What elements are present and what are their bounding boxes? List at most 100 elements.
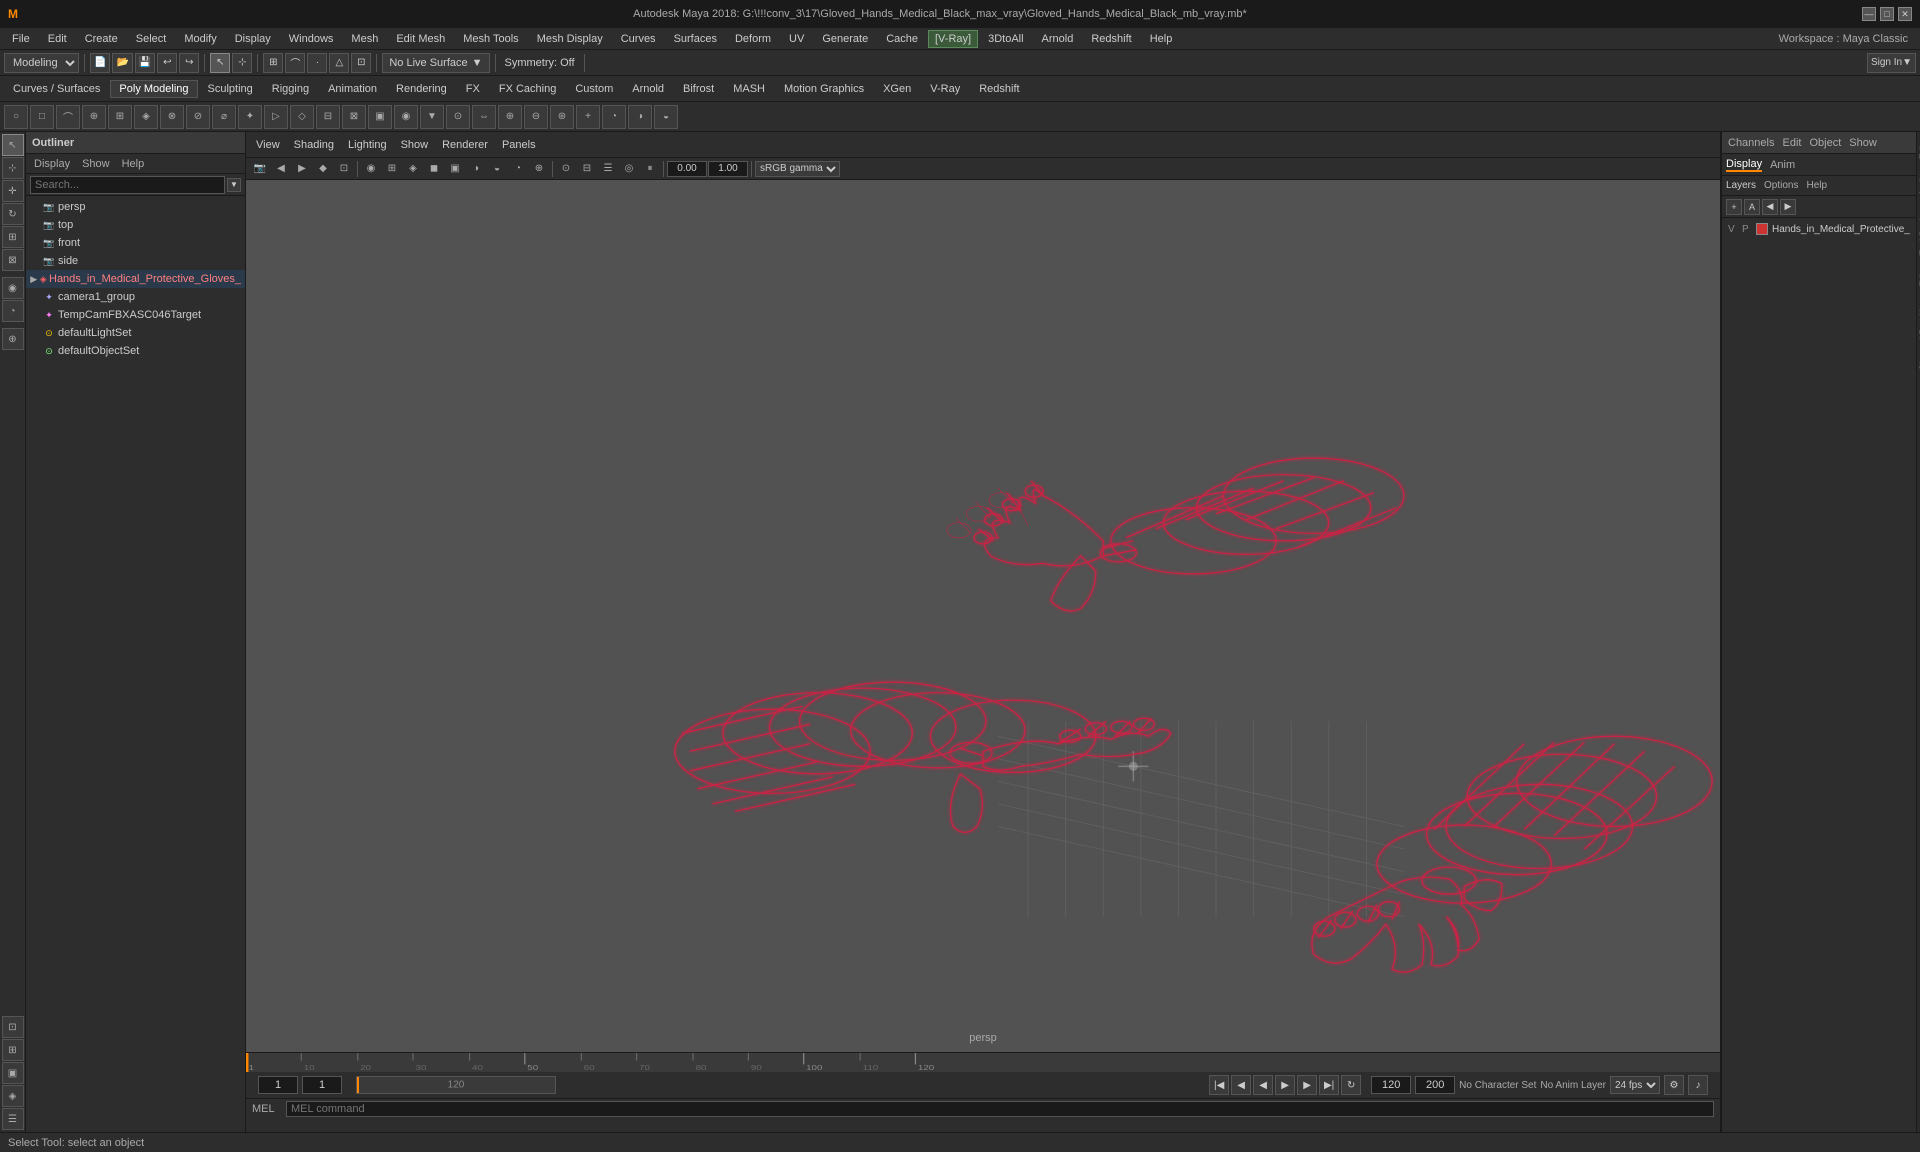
paint-select-btn[interactable]: ⊹ bbox=[2, 157, 24, 179]
snap-to-point-btn[interactable]: · bbox=[307, 53, 327, 73]
vp-menu-shading[interactable]: Shading bbox=[288, 137, 340, 153]
vp-next-frame-btn[interactable]: ▶ bbox=[292, 160, 312, 178]
shelf-icon-box[interactable]: □ bbox=[30, 105, 54, 129]
layer-fwd-btn[interactable]: ▶ bbox=[1780, 199, 1796, 215]
outliner-item-camera-group[interactable]: ✦ camera1_group bbox=[26, 288, 245, 306]
current-frame-input[interactable] bbox=[302, 1076, 342, 1094]
shelf-tab-rendering[interactable]: Rendering bbox=[387, 80, 456, 98]
vp-xray-btn[interactable]: ◔ bbox=[508, 160, 528, 178]
menu-cache[interactable]: Cache bbox=[878, 31, 926, 47]
shelf-icon-combine[interactable]: ⊕ bbox=[498, 105, 522, 129]
shelf-icon-extrude[interactable]: ⊕ bbox=[82, 105, 106, 129]
select-mode-btn[interactable]: ↖ bbox=[2, 134, 24, 156]
shelf-icon-retopo[interactable]: ⊙ bbox=[446, 105, 470, 129]
time-slider[interactable]: 120 bbox=[356, 1076, 556, 1094]
shelf-tab-rigging[interactable]: Rigging bbox=[263, 80, 318, 98]
shelf-tab-redshift[interactable]: Redshift bbox=[970, 80, 1028, 98]
menu-select[interactable]: Select bbox=[128, 31, 175, 47]
outliner-btn[interactable]: ☰ bbox=[2, 1108, 24, 1130]
snap-to-view-btn[interactable]: ⊡ bbox=[351, 53, 371, 73]
outliner-item-defaultlightset[interactable]: ⊙ defaultLightSet bbox=[26, 324, 245, 342]
sculpt-btn[interactable]: ◔ bbox=[2, 300, 24, 322]
shelf-icon-chamfer[interactable]: ◇ bbox=[290, 105, 314, 129]
shelf-icon-select[interactable]: ○ bbox=[4, 105, 28, 129]
display-subtab[interactable]: Display bbox=[1726, 158, 1762, 172]
vp-prev-frame-btn[interactable]: ◀ bbox=[271, 160, 291, 178]
save-file-btn[interactable]: 💾 bbox=[135, 53, 155, 73]
vp-value2-input[interactable] bbox=[708, 161, 748, 177]
vp-menu-view[interactable]: View bbox=[250, 137, 286, 153]
shelf-tab-animation[interactable]: Animation bbox=[319, 80, 386, 98]
menu-create[interactable]: Create bbox=[77, 31, 126, 47]
vp-wireframe-btn[interactable]: ◈ bbox=[403, 160, 423, 178]
shelf-icon-paint[interactable]: ◑ bbox=[628, 105, 652, 129]
menu-windows[interactable]: Windows bbox=[281, 31, 342, 47]
render-btn[interactable]: ▣ bbox=[2, 1062, 24, 1084]
shelf-tab-sculpting[interactable]: Sculpting bbox=[199, 80, 262, 98]
shelf-icon-boolean[interactable]: ⊛ bbox=[550, 105, 574, 129]
vp-pause-btn[interactable]: ⏸ bbox=[640, 160, 660, 178]
mel-input[interactable] bbox=[286, 1101, 1714, 1117]
range-end-input[interactable] bbox=[1371, 1076, 1411, 1094]
snap-to-surface-btn[interactable]: △ bbox=[329, 53, 349, 73]
transform-tool-btn[interactable]: ⊠ bbox=[2, 249, 24, 271]
outliner-item-defaultobjectset[interactable]: ⊙ defaultObjectSet bbox=[26, 342, 245, 360]
rotate-tool-btn[interactable]: ↻ bbox=[2, 203, 24, 225]
menu-generate[interactable]: Generate bbox=[814, 31, 876, 47]
layer-back-btn[interactable]: ◀ bbox=[1762, 199, 1778, 215]
viewport-canvas[interactable]: persp bbox=[246, 180, 1720, 1052]
shelf-icon-smooth[interactable]: ◉ bbox=[394, 105, 418, 129]
step-fwd-btn[interactable]: ▶ bbox=[1297, 1075, 1317, 1095]
menu-mesh[interactable]: Mesh bbox=[343, 31, 386, 47]
workspace-dropdown[interactable]: Modeling bbox=[4, 53, 79, 73]
max-end-input[interactable] bbox=[1415, 1076, 1455, 1094]
layers-tab[interactable]: Layers bbox=[1726, 180, 1756, 191]
vp-menu-show[interactable]: Show bbox=[395, 137, 435, 153]
audio-btn[interactable]: ♪ bbox=[1688, 1075, 1708, 1095]
select-tool-btn[interactable]: ↖ bbox=[210, 53, 230, 73]
outliner-item-persp[interactable]: 📷 persp bbox=[26, 198, 245, 216]
go-to-end-btn[interactable]: ▶| bbox=[1319, 1075, 1339, 1095]
shelf-icon-connect[interactable]: ⊟ bbox=[316, 105, 340, 129]
menu-redshift[interactable]: Redshift bbox=[1083, 31, 1139, 47]
shelf-icon-curve1[interactable]: ⌒ bbox=[56, 105, 80, 129]
shelf-tab-curves-surfaces[interactable]: Curves / Surfaces bbox=[4, 80, 109, 98]
menu-vray[interactable]: [V-Ray] bbox=[928, 30, 978, 48]
menu-mesh-tools[interactable]: Mesh Tools bbox=[455, 31, 526, 47]
search-down-btn[interactable]: ▼ bbox=[227, 178, 241, 192]
shelf-icon-reduce[interactable]: ▼ bbox=[420, 105, 444, 129]
shelf-tab-custom[interactable]: Custom bbox=[566, 80, 622, 98]
close-button[interactable]: ✕ bbox=[1898, 7, 1912, 21]
new-file-btn[interactable]: 📄 bbox=[90, 53, 110, 73]
maximize-button[interactable]: □ bbox=[1880, 7, 1894, 21]
play-btn[interactable]: ▶ bbox=[1275, 1075, 1295, 1095]
outliner-item-front[interactable]: 📷 front bbox=[26, 234, 245, 252]
menu-3dtoall[interactable]: 3DtoAll bbox=[980, 31, 1031, 47]
move-tool-btn[interactable]: ✛ bbox=[2, 180, 24, 202]
menu-modify[interactable]: Modify bbox=[176, 31, 224, 47]
layer-new-btn[interactable]: + bbox=[1726, 199, 1742, 215]
shelf-icon-append[interactable]: + bbox=[576, 105, 600, 129]
shelf-tab-mash[interactable]: MASH bbox=[724, 80, 774, 98]
menu-edit[interactable]: Edit bbox=[40, 31, 75, 47]
outliner-item-hands[interactable]: ▶ ◈ Hands_in_Medical_Protective_Gloves_ bbox=[26, 270, 245, 288]
minimize-button[interactable]: — bbox=[1862, 7, 1876, 21]
vp-playblast-btn[interactable]: ⊡ bbox=[334, 160, 354, 178]
outliner-item-side[interactable]: 📷 side bbox=[26, 252, 245, 270]
vp-menu-panels[interactable]: Panels bbox=[496, 137, 542, 153]
sign-in-btn[interactable]: Sign In ▼ bbox=[1867, 53, 1916, 73]
outliner-search-input[interactable] bbox=[30, 176, 225, 194]
undo-btn[interactable]: ↩ bbox=[157, 53, 177, 73]
object-tab[interactable]: Object bbox=[1809, 137, 1841, 149]
vp-key-btn[interactable]: ◆ bbox=[313, 160, 333, 178]
edit-tab[interactable]: Edit bbox=[1782, 137, 1801, 149]
layer-item[interactable]: V P Hands_in_Medical_Protective_ bbox=[1722, 220, 1916, 238]
fps-select[interactable]: 24 fps bbox=[1610, 1076, 1660, 1094]
time-ruler[interactable]: 1 10 20 30 40 50 60 70 bbox=[246, 1052, 1720, 1072]
shelf-icon-mirror[interactable]: ⇔ bbox=[472, 105, 496, 129]
shelf-tab-motion-graphics[interactable]: Motion Graphics bbox=[775, 80, 873, 98]
vp-render-btn[interactable]: ⊙ bbox=[556, 160, 576, 178]
shelf-icon-merge[interactable]: ⊗ bbox=[160, 105, 184, 129]
vp-value1-input[interactable] bbox=[667, 161, 707, 177]
show-manip-btn[interactable]: ⊕ bbox=[2, 328, 24, 350]
